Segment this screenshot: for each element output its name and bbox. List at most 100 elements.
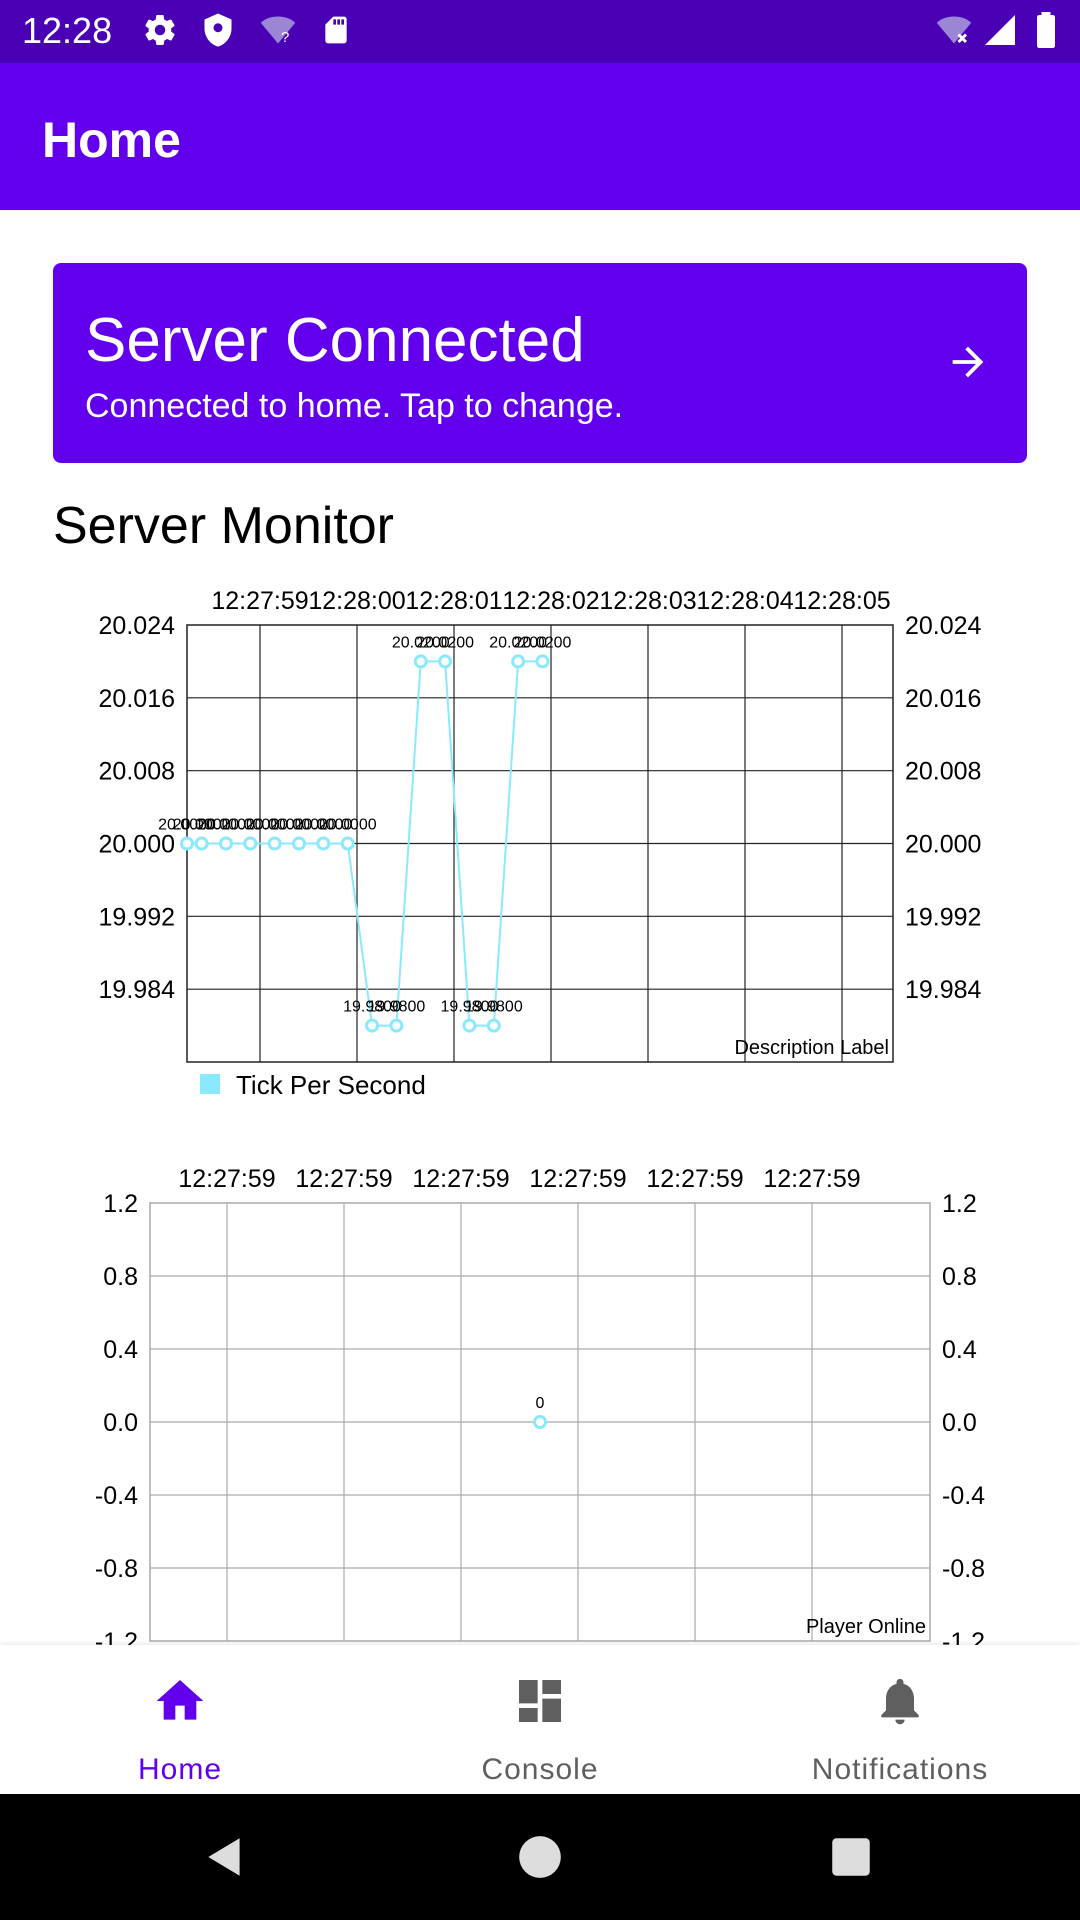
x-tick-label: 12:28:03 [599,587,696,615]
nav-label-notifications: Notifications [811,1753,989,1786]
data-point [243,836,258,851]
battery-icon [1034,12,1058,53]
status-time: 12:28 [22,10,113,51]
y-tick-label-right: 19.984 [905,976,982,1004]
y-tick-label-right: 19.992 [905,903,981,931]
y-tick-label-left: 20.008 [99,758,175,786]
data-point [511,654,526,669]
data-point [267,836,282,851]
nav-item-notifications[interactable]: Notifications [720,1645,1080,1794]
shield-icon [200,12,236,53]
chart-description: Description Label [734,1037,889,1059]
server-connection-card[interactable]: Server Connected Connected to home. Tap … [53,263,1027,463]
x-tick-label: 12:27:59 [295,1165,392,1193]
data-point [535,654,550,669]
y-tick-label-right: 20.008 [905,758,981,786]
recents-icon[interactable] [826,1832,876,1882]
data-point [389,1018,404,1033]
page-title: Home [42,112,181,168]
y-tick-label-right: -0.8 [942,1555,985,1583]
y-tick-label-right: -0.4 [942,1482,985,1510]
nav-item-home[interactable]: Home [0,1645,360,1794]
x-tick-label: 12:27:59 [211,587,308,615]
data-label: 19.9800 [367,999,425,1016]
data-point [413,654,428,669]
y-tick-label-right: 1.2 [942,1190,977,1218]
legend-swatch [200,1074,220,1094]
x-tick-label: 12:28:05 [793,587,890,615]
data-point [194,836,209,851]
x-tick-label: 12:27:59 [646,1165,743,1193]
data-point [292,836,307,851]
wifi-off-icon [934,12,974,53]
y-tick-label-right: 20.000 [905,831,981,859]
wifi-question-icon: ? [258,12,298,53]
x-tick-label: 12:27:59 [763,1165,860,1193]
x-tick-label: 12:28:04 [696,587,793,615]
tick-per-second-chart: 20.024 20.024 20.016 20.016 20.008 20.008 20.0… [99,587,982,1063]
gear-icon [142,12,178,53]
nav-label-home: Home [137,1753,223,1786]
data-label: 20.0000 [319,817,377,834]
arrow-right-icon [945,339,991,385]
bell-icon [872,1673,928,1729]
y-tick-label-left: -0.4 [95,1482,138,1510]
data-point [316,836,331,851]
system-navigation-bar [0,1794,1080,1920]
y-tick-label-right: 0.8 [942,1263,977,1291]
y-tick-label-left: 20.016 [99,685,175,713]
status-bar: 12:28 ? [0,0,1080,63]
y-tick-label-left: -0.8 [95,1555,138,1583]
nav-label-console: Console [481,1753,599,1786]
home-circle-icon[interactable] [515,1832,565,1882]
x-tick-label: 12:28:01 [405,587,502,615]
y-tick-label-right: 0.4 [942,1336,977,1364]
legend-label: Tick Per Second [236,1070,426,1100]
y-tick-label-left: 20.024 [99,612,176,640]
data-point [438,654,453,669]
data-point [365,1018,380,1033]
y-tick-label-right: 0.0 [942,1409,977,1437]
y-tick-label-right: 20.024 [905,612,982,640]
x-tick-label: 12:28:00 [308,587,405,615]
y-tick-label-left: 0.0 [103,1409,138,1437]
chart-description: Player Online [806,1616,926,1638]
status-right-icons [934,12,1064,52]
data-label: 20.0200 [514,634,572,651]
home-icon [152,1673,208,1729]
data-point [462,1018,477,1033]
back-icon[interactable] [200,1832,250,1882]
data-label: 19.9800 [465,999,523,1016]
dashboard-icon [512,1673,568,1729]
data-label: 0 [536,1395,545,1412]
server-status-subtitle: Connected to home. Tap to change. [85,387,624,425]
app-bar: Home [0,63,1080,210]
y-tick-label-left: 1.2 [103,1190,138,1218]
sd-card-icon [320,12,352,53]
svg-text:?: ? [281,29,289,46]
data-point [218,836,233,851]
y-tick-label-left: 0.8 [103,1263,138,1291]
x-tick-label: 12:27:59 [178,1165,275,1193]
data-label: 20.0200 [416,634,474,651]
y-tick-label-left: 19.984 [99,976,176,1004]
data-point [533,1415,547,1429]
y-tick-label-left: -1.2 [95,1628,138,1645]
server-status-title: Server Connected [85,306,585,375]
x-tick-label: 12:28:02 [502,587,599,615]
section-title: Server Monitor [53,497,394,555]
data-point [180,836,194,851]
y-tick-label-left: 20.000 [99,831,175,859]
nav-item-console[interactable]: Console [360,1645,720,1794]
cell-signal-icon [982,12,1018,53]
y-tick-label-left: 0.4 [103,1336,138,1364]
y-tick-label-right: 20.016 [905,685,981,713]
x-tick-label: 12:27:59 [529,1165,626,1193]
y-tick-label-right: -1.2 [942,1628,985,1645]
bottom-navigation: Home Console Notifications [0,1645,1080,1794]
y-tick-label-left: 19.992 [99,903,175,931]
x-tick-label: 12:27:59 [412,1165,509,1193]
data-point [340,836,355,851]
player-online-chart: 1.2 1.2 0.8 0.8 0.4 0.4 0.0 0.0 -0.4 -0.4 -0.8 -0.8… [95,1165,985,1645]
data-point [486,1018,501,1033]
